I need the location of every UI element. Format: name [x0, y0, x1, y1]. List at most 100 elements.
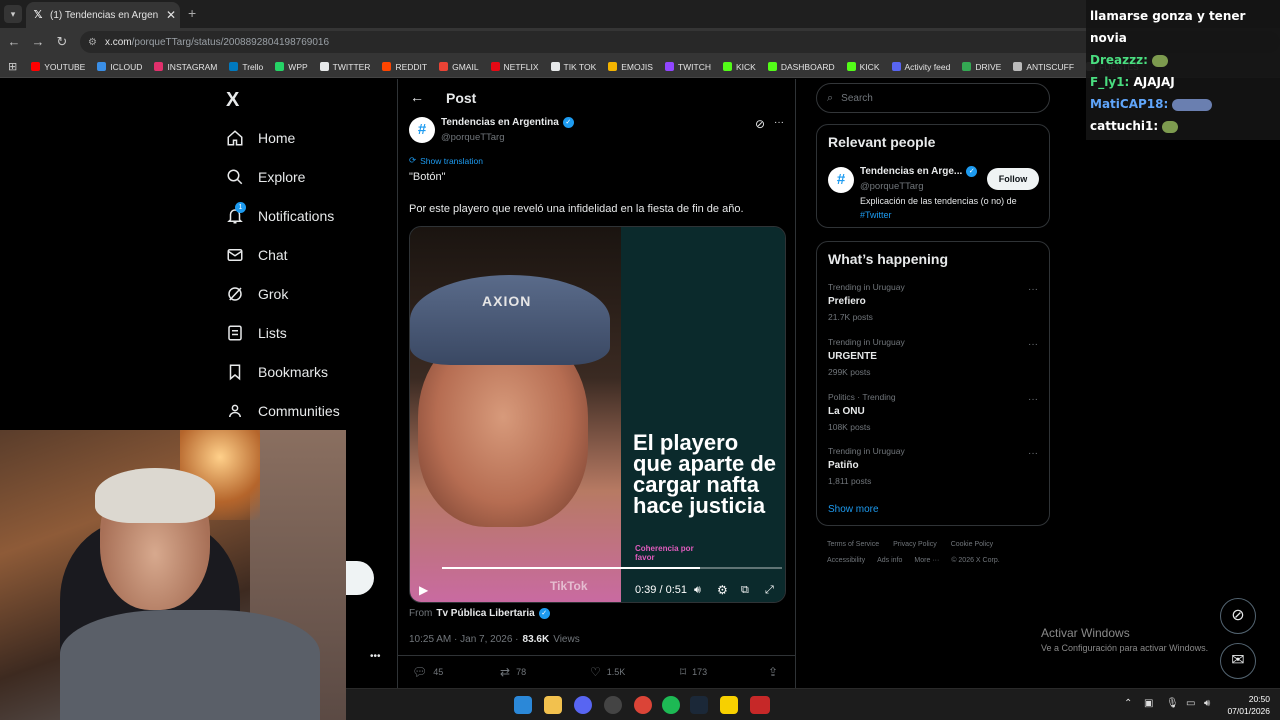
- footer-link[interactable]: More ···: [914, 557, 939, 564]
- reload-icon[interactable]: ↻: [54, 34, 70, 50]
- bookmark-item[interactable]: GMAIL: [439, 62, 479, 72]
- nav-label-communities: Communities: [258, 403, 340, 419]
- tab-search-button[interactable]: ▾: [4, 5, 22, 23]
- bookmark-item[interactable]: ANTISCUFF: [1013, 62, 1074, 72]
- volume-icon[interactable]: 🔊︎: [694, 584, 701, 597]
- footer-link[interactable]: Terms of Service: [827, 541, 879, 548]
- like-button[interactable]: ♡ 1.5K: [590, 665, 625, 679]
- bookmark-item[interactable]: Trello: [229, 62, 263, 72]
- bookmark-item[interactable]: TIK TOK: [550, 62, 596, 72]
- bookmark-item[interactable]: YOUTUBE: [31, 62, 85, 72]
- microphone-icon[interactable]: 🎙︎: [1166, 698, 1179, 709]
- more-options-icon[interactable]: ···: [774, 117, 784, 128]
- bookmark-item[interactable]: EMOJIS: [608, 62, 653, 72]
- video-player[interactable]: AXION El playero que aparte de cargar na…: [409, 226, 786, 603]
- reply-button[interactable]: 💬︎ 45: [412, 665, 443, 679]
- footer-link[interactable]: Privacy Policy: [893, 541, 937, 548]
- settings-gear-icon[interactable]: ⚙: [717, 583, 728, 597]
- repost-button[interactable]: ⇄ 78: [500, 665, 526, 679]
- trend-more-icon[interactable]: ···: [1028, 339, 1038, 350]
- tray-app-icon[interactable]: ▣: [1144, 698, 1153, 709]
- nav-item-bookmarks[interactable]: Bookmarks: [226, 363, 328, 381]
- nav-item-home[interactable]: Home: [226, 129, 295, 147]
- author-avatar[interactable]: #: [409, 117, 435, 143]
- grok-explain-icon[interactable]: ⊘: [755, 117, 765, 131]
- bookmark-item[interactable]: REDDIT: [382, 62, 427, 72]
- follow-button[interactable]: Follow: [987, 168, 1039, 190]
- apps-grid-icon[interactable]: ⊞: [8, 60, 17, 73]
- trend-item[interactable]: Politics · Trending La ONU 108K posts ··…: [828, 392, 1050, 432]
- steam-icon[interactable]: [690, 696, 708, 714]
- bookmark-item[interactable]: DASHBOARD: [767, 62, 835, 72]
- chrome-icon[interactable]: [634, 696, 652, 714]
- bookmark-item[interactable]: TWITTER: [319, 62, 370, 72]
- footer-link[interactable]: Accessibility: [827, 557, 865, 564]
- bookmark-item[interactable]: NETFLIX: [490, 62, 539, 72]
- discord-icon[interactable]: [574, 696, 592, 714]
- back-arrow-icon[interactable]: ←: [410, 89, 424, 105]
- bookmark-item[interactable]: ICLOUD: [97, 62, 142, 72]
- network-icon[interactable]: ▭: [1186, 698, 1195, 709]
- obs-icon[interactable]: [604, 696, 622, 714]
- grok-float-icon[interactable]: ⊘: [1220, 598, 1256, 634]
- file-explorer-icon[interactable]: [544, 696, 562, 714]
- browser-tab[interactable]: 𝕏 (1) Tendencias en Argentina on ✕: [26, 2, 180, 28]
- fullscreen-icon[interactable]: ⤢: [765, 584, 774, 597]
- bookmark-item[interactable]: DRIVE: [962, 62, 1001, 72]
- bookmark-item[interactable]: Activity feed: [891, 62, 950, 72]
- site-info-icon[interactable]: ⚙: [88, 37, 97, 48]
- nav-item-communities[interactable]: Communities: [226, 402, 340, 420]
- nav-item-lists[interactable]: Lists: [226, 324, 287, 342]
- new-tab-button[interactable]: +: [188, 5, 196, 21]
- sticky-notes-icon[interactable]: [720, 696, 738, 714]
- account-menu-dots[interactable]: •••: [370, 651, 381, 662]
- show-translation-label: Show translation: [420, 155, 483, 166]
- pip-icon[interactable]: ⧉: [741, 584, 749, 597]
- trend-item[interactable]: Trending in Uruguay Patiño 1,811 posts ·…: [828, 446, 1050, 486]
- footer-link[interactable]: Ads info: [877, 557, 902, 564]
- show-translation-link[interactable]: ⟳ Show translation: [409, 155, 483, 166]
- bookmark-button[interactable]: ⌑ 173: [680, 665, 707, 679]
- windows-start-icon[interactable]: [514, 696, 532, 714]
- post-timestamp[interactable]: 10:25 AM · Jan 7, 2026 ·: [409, 634, 519, 645]
- trend-more-icon[interactable]: ···: [1028, 284, 1038, 295]
- back-icon[interactable]: ←: [6, 34, 22, 49]
- relevant-hashtag-link[interactable]: #Twitter: [860, 210, 892, 220]
- nav-item-explore[interactable]: Explore: [226, 168, 305, 186]
- forward-icon[interactable]: →: [30, 34, 46, 49]
- video-progress-bar[interactable]: [442, 567, 782, 569]
- relevant-name-row[interactable]: Tendencias en Arge... ✓: [860, 166, 978, 177]
- footer-link[interactable]: Cookie Policy: [951, 541, 993, 548]
- close-tab-icon[interactable]: ✕: [164, 8, 178, 22]
- spotify-icon[interactable]: [662, 696, 680, 714]
- chat-message: llamarse gonza y tener: [1090, 9, 1246, 23]
- bookmark-item[interactable]: WPP: [275, 62, 308, 72]
- bookmark-item[interactable]: KICK: [722, 62, 756, 72]
- show-more-link[interactable]: Show more: [828, 504, 879, 515]
- nav-item-chat[interactable]: Chat: [226, 246, 288, 264]
- bookmark-item[interactable]: KICK: [846, 62, 880, 72]
- like-count: 1.5K: [606, 667, 626, 677]
- from-account-link[interactable]: Tv Pública Libertaria: [436, 608, 534, 619]
- bookmark-item[interactable]: INSTAGRAM: [154, 62, 217, 72]
- tray-chevron-icon[interactable]: ⌃: [1124, 698, 1132, 709]
- trend-more-icon[interactable]: ···: [1028, 448, 1038, 459]
- x-logo-icon[interactable]: X: [226, 89, 239, 112]
- bookmark-item[interactable]: TWITCH: [664, 62, 711, 72]
- author-name-row[interactable]: Tendencias en Argentina ✓: [441, 117, 574, 128]
- app-icon[interactable]: [750, 696, 770, 714]
- trend-more-icon[interactable]: ···: [1028, 394, 1038, 405]
- messages-float-icon[interactable]: ✉: [1220, 643, 1256, 679]
- share-button[interactable]: ⇪: [768, 665, 778, 679]
- relevant-people-title: Relevant people: [828, 134, 936, 150]
- system-clock[interactable]: 20:50 07/01/2026: [1227, 693, 1270, 717]
- trend-item[interactable]: Trending in Uruguay URGENTE 299K posts ·…: [828, 337, 1050, 377]
- relevant-avatar[interactable]: #: [828, 167, 854, 193]
- nav-item-grok[interactable]: Grok: [226, 285, 288, 303]
- nav-item-notifications[interactable]: 1 Notifications: [226, 202, 334, 225]
- author-handle[interactable]: @porqueTTarg: [441, 132, 505, 143]
- play-icon[interactable]: ▶: [419, 583, 428, 597]
- trend-item[interactable]: Trending in Uruguay Prefiero 21.7K posts…: [828, 282, 1050, 322]
- search-input[interactable]: ⌕ Search: [816, 83, 1050, 113]
- volume-icon[interactable]: 🔊︎: [1204, 698, 1210, 709]
